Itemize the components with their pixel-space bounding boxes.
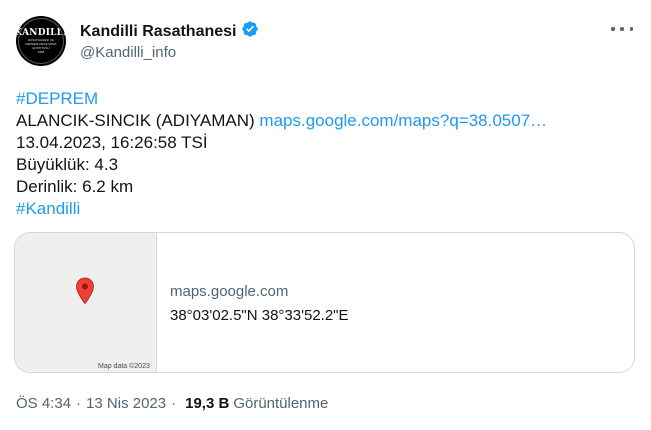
depth-text: Derinlik: 6.2 km xyxy=(16,177,134,196)
author-display-name[interactable]: Kandilli Rasathanesi xyxy=(80,23,237,41)
hashtag-deprem[interactable]: #DEPREM xyxy=(16,89,98,108)
avatar[interactable]: KANDILLI RASATHANESİ VE DEPREM ARAŞTIRMA… xyxy=(16,16,66,66)
hashtag-kandilli[interactable]: #Kandilli xyxy=(16,199,80,218)
separator: · xyxy=(76,395,82,412)
more-options-icon[interactable] xyxy=(611,22,633,36)
card-domain: maps.google.com xyxy=(170,283,289,300)
datetime-text: 13.04.2023, 16:26:58 TSİ xyxy=(16,133,208,152)
tweet-time[interactable]: ÖS 4:34 xyxy=(16,395,71,412)
verified-badge-icon xyxy=(241,20,259,43)
card-title: 38°03'02.5"N 38°33'52.2"E xyxy=(170,307,349,324)
avatar-ring xyxy=(18,18,64,64)
view-count: 19,3 B xyxy=(185,395,230,412)
separator: · xyxy=(171,395,177,412)
magnitude-text: Büyüklük: 4.3 xyxy=(16,155,119,174)
location-text: ALANCIK-SINCIK (ADIYAMAN) xyxy=(16,111,255,130)
tweet-meta: ÖS 4:34 · 13 Nis 2023 · 19,3 B Görüntüle… xyxy=(16,395,328,412)
map-attribution: Map data ©2023 xyxy=(98,363,150,370)
author-handle[interactable]: @Kandilli_info xyxy=(80,44,176,61)
map-thumbnail: Map data ©2023 xyxy=(15,233,157,372)
tweet-text: #DEPREM ALANCIK-SINCIK (ADIYAMAN) maps.g… xyxy=(16,88,636,220)
dot xyxy=(629,27,633,31)
dot xyxy=(611,27,615,31)
maps-link[interactable]: maps.google.com/maps?q=38.0507… xyxy=(259,111,547,130)
view-count-label: Görüntülenme xyxy=(233,395,329,412)
author-name-row: Kandilli Rasathanesi xyxy=(80,20,259,43)
tweet-date[interactable]: 13 Nis 2023 xyxy=(86,395,166,412)
link-preview-card[interactable]: Map data ©2023 maps.google.com 38°03'02.… xyxy=(14,232,635,373)
dot xyxy=(620,27,624,31)
map-pin-icon xyxy=(75,277,95,310)
